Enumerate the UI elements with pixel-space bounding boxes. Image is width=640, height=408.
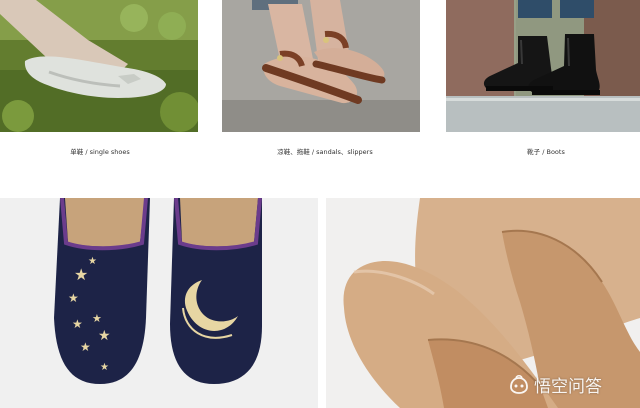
wukong-logo-icon bbox=[510, 374, 528, 394]
velvet-loafers-photo: ★ ★ ★ ★ ★ ★ ★ ★ bbox=[0, 198, 318, 408]
svg-text:★: ★ bbox=[98, 328, 111, 344]
svg-text:★: ★ bbox=[72, 317, 83, 331]
svg-text:★: ★ bbox=[80, 340, 91, 354]
svg-text:★: ★ bbox=[88, 256, 97, 267]
watermark-text: 悟空问答 bbox=[534, 377, 602, 397]
svg-text:★: ★ bbox=[68, 291, 79, 305]
wukong-watermark: 悟空问答 bbox=[508, 372, 602, 397]
svg-text:★: ★ bbox=[100, 362, 109, 373]
caption-boots: 靴子 / Boots bbox=[527, 148, 565, 156]
caption-single-shoes: 单鞋 / single shoes bbox=[70, 148, 130, 156]
boots-photo bbox=[446, 0, 640, 132]
caption-sandals-slippers: 凉鞋、拖鞋 / sandals、slippers bbox=[277, 148, 373, 156]
single-shoes-photo bbox=[0, 0, 198, 132]
sandals-photo bbox=[222, 0, 420, 132]
svg-text:★: ★ bbox=[74, 265, 88, 284]
svg-text:★: ★ bbox=[92, 312, 102, 325]
